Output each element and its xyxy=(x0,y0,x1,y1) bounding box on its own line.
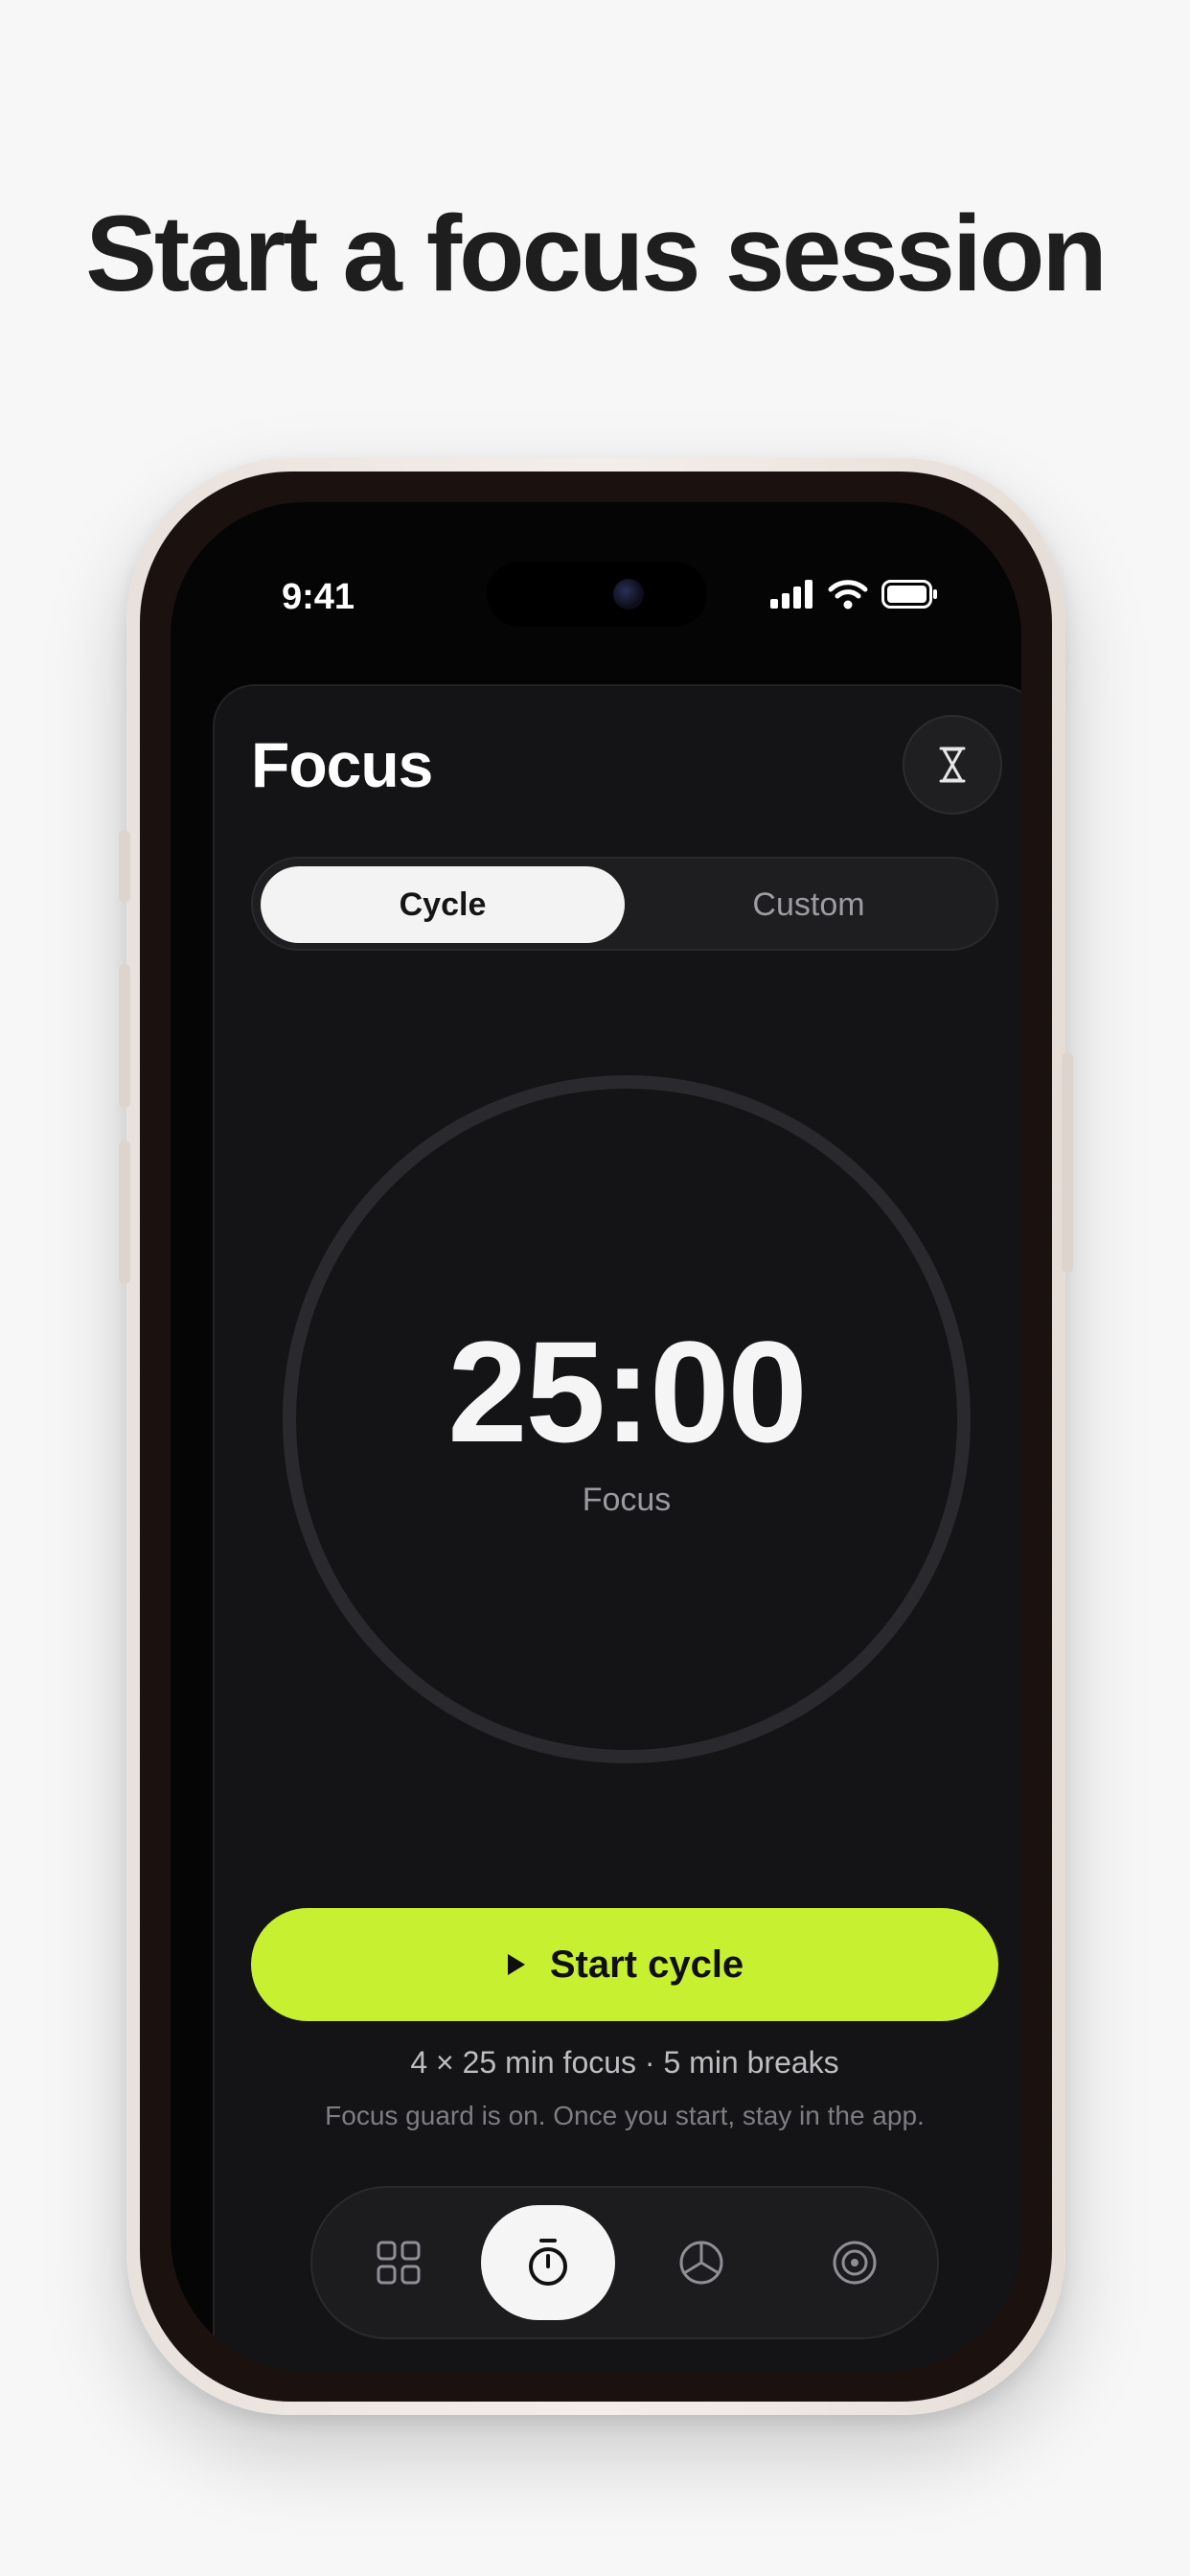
mode-toggle: Cycle Custom xyxy=(251,857,998,951)
tab-goals[interactable] xyxy=(788,2205,922,2320)
phone-screen: 9:41 Focus Cycle Custom 25:00 Focus Star… xyxy=(171,502,1021,2371)
tab-bar xyxy=(310,2186,939,2339)
battery-icon xyxy=(881,580,937,609)
volume-down-button xyxy=(119,1140,130,1284)
mode-custom-tab[interactable]: Custom xyxy=(627,866,991,943)
dynamic-island xyxy=(487,562,707,627)
hourglass-icon xyxy=(939,747,966,783)
volume-up-button xyxy=(119,964,130,1108)
timer-label: Focus xyxy=(582,1482,672,1518)
focus-guard-note: Focus guard is on. Once you start, stay … xyxy=(325,2101,925,2130)
timer-display: 25:00 xyxy=(447,1311,808,1472)
headline: Start a focus session xyxy=(85,194,1108,313)
phone-bezel: 9:41 Focus Cycle Custom 25:00 Focus Star… xyxy=(140,472,1052,2402)
stopwatch-icon xyxy=(529,2239,567,2286)
tab-stats[interactable] xyxy=(634,2205,768,2320)
tab-dashboard[interactable] xyxy=(332,2205,466,2320)
hourglass-button[interactable] xyxy=(903,715,1002,815)
power-button xyxy=(1062,1052,1073,1273)
cycle-summary: 4 × 25 min focus · 5 min breaks xyxy=(410,2045,839,2080)
app-card: Focus Cycle Custom 25:00 Focus Start cyc… xyxy=(213,684,1021,2371)
mode-cycle-tab[interactable]: Cycle xyxy=(261,866,625,943)
tab-timer[interactable] xyxy=(481,2205,615,2320)
action-button xyxy=(119,830,130,903)
start-cycle-label: Start cycle xyxy=(549,1943,744,1986)
wifi-icon xyxy=(828,580,868,610)
target-icon xyxy=(833,2241,877,2285)
status-time: 9:41 xyxy=(282,577,355,617)
pie-chart-icon xyxy=(679,2241,723,2285)
status-icons xyxy=(770,579,939,610)
start-cycle-button[interactable]: Start cycle xyxy=(251,1908,998,2021)
phone-mockup: 9:41 Focus Cycle Custom 25:00 Focus Star… xyxy=(119,458,1073,2415)
signal-icon xyxy=(770,580,812,609)
front-camera xyxy=(613,579,644,610)
grid-icon xyxy=(377,2241,421,2285)
app-title: Focus xyxy=(251,729,433,800)
play-icon xyxy=(507,1954,525,1975)
